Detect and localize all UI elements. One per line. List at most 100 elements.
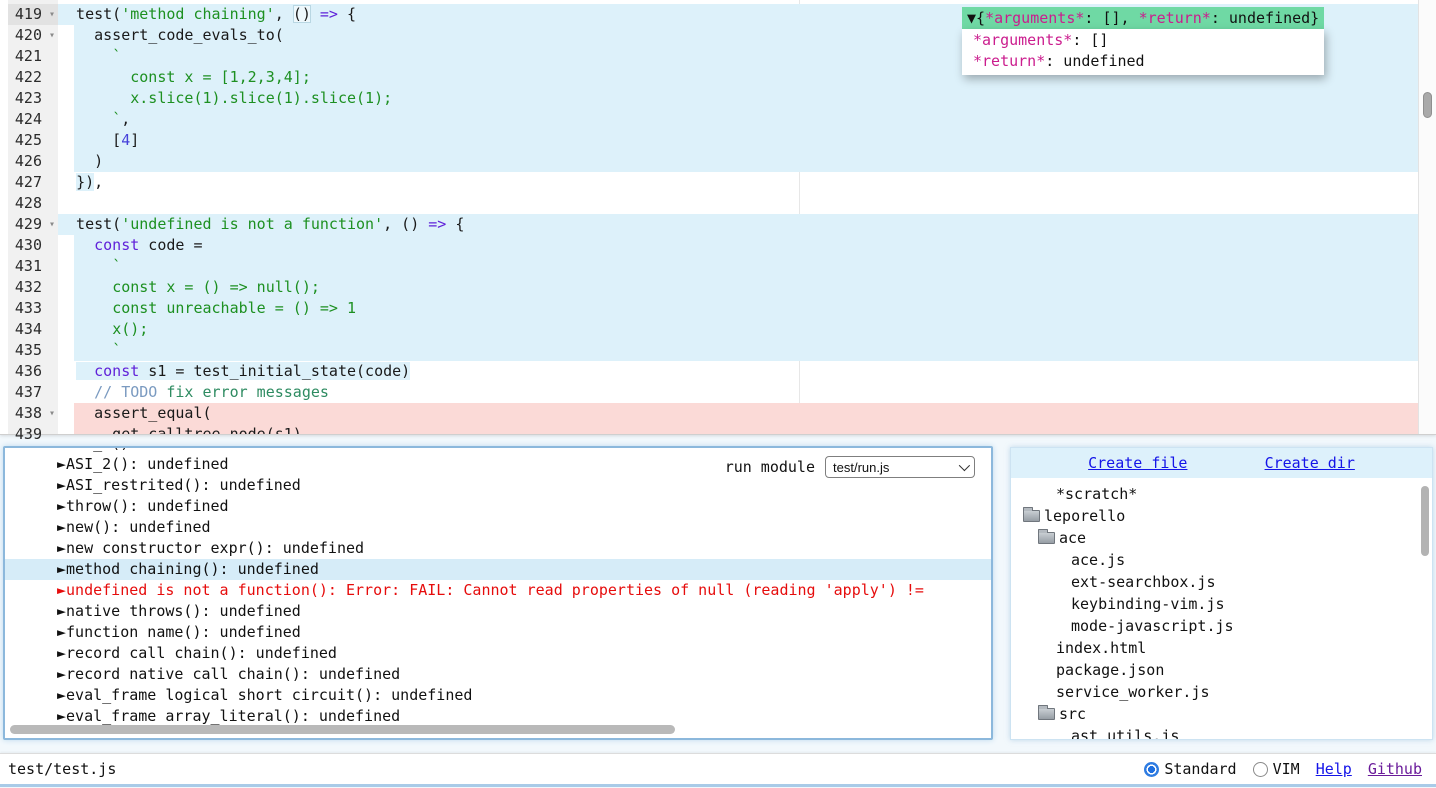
code-line[interactable]: x.slice(1).slice(1).slice(1); <box>58 88 1419 109</box>
code-editor[interactable]: test('method chaining', () => { assert_c… <box>0 0 1436 435</box>
scrollbar-thumb[interactable] <box>1423 92 1432 118</box>
run-module-selected-value: test/run.js <box>833 460 955 475</box>
gutter-line-number: 439 <box>8 424 58 445</box>
current-file-label: test/test.js <box>8 760 116 778</box>
test-result-row[interactable]: ►method chaining(): undefined <box>5 559 991 580</box>
test-result-row[interactable]: ►function name(): undefined <box>5 622 991 643</box>
tree-item[interactable]: ext-searchbox.js <box>1011 571 1432 593</box>
tree-item[interactable]: keybinding-vim.js <box>1011 593 1432 615</box>
code-token: const <box>94 236 139 254</box>
tree-item[interactable]: *scratch* <box>1011 483 1432 505</box>
tooltip-token: *arguments* <box>985 9 1084 27</box>
test-result-row[interactable]: ►new(): undefined <box>5 517 991 538</box>
output-horizontal-scrollbar[interactable] <box>10 725 675 734</box>
tooltip-token: *return* <box>1139 9 1211 27</box>
tooltip-token: *return* <box>973 52 1045 70</box>
tree-item-label: ext-searchbox.js <box>1071 571 1216 593</box>
code-token <box>58 383 94 401</box>
test-result-row[interactable]: ►record call chain(): undefined <box>5 643 991 664</box>
radio-button-icon[interactable] <box>1144 762 1159 777</box>
window-bottom-edge <box>0 784 1436 787</box>
code-line[interactable]: // TODO fix error messages <box>58 382 1419 403</box>
keybinding-option-standard[interactable]: Standard <box>1144 760 1236 778</box>
tooltip-token: : [], <box>1084 9 1138 27</box>
code-line[interactable]: }), <box>58 172 1419 193</box>
code-line[interactable]: test('undefined is not a function', () =… <box>58 214 1419 235</box>
code-token: const <box>94 362 139 380</box>
eval-tooltip-header[interactable]: ▼{*arguments*: [], *return*: undefined} <box>962 7 1324 29</box>
code-line[interactable]: const x = () => null(); <box>58 277 1419 298</box>
code-line[interactable]: assert_equal( <box>58 403 1419 424</box>
github-link[interactable]: Github <box>1368 760 1422 778</box>
tree-item[interactable]: index.html <box>1011 637 1432 659</box>
gutter-line-number: 436 <box>8 361 58 382</box>
gutter-line-number: 429▾ <box>8 214 58 235</box>
tree-item[interactable]: src <box>1011 703 1432 725</box>
tree-item[interactable]: service_worker.js <box>1011 681 1432 703</box>
code-line[interactable] <box>58 193 1419 214</box>
code-line[interactable]: const code = <box>58 235 1419 256</box>
code-line[interactable]: get_calltree_node(s1) <box>58 424 1419 434</box>
editor-gutter: 419▾420▾421422423424425426427428429▾4304… <box>8 0 58 434</box>
code-token: { <box>338 5 356 23</box>
fold-arrow-icon[interactable]: ▾ <box>49 5 55 24</box>
test-result-row[interactable]: ►native throws(): undefined <box>5 601 991 622</box>
radio-button-icon[interactable] <box>1253 762 1268 777</box>
gutter-line-number: 421 <box>8 46 58 67</box>
code-line[interactable]: const s1 = test_initial_state(code) <box>58 361 1419 382</box>
code-token: ` <box>112 110 121 128</box>
gutter-line-number: 425 <box>8 130 58 151</box>
tree-item[interactable]: leporello <box>1011 505 1432 527</box>
run-module-select[interactable]: test/run.js <box>825 456 975 478</box>
code-line[interactable]: x(); <box>58 319 1419 340</box>
run-module-control: run module test/run.js <box>725 456 975 478</box>
tree-item-label: index.html <box>1056 637 1146 659</box>
code-line[interactable]: ) <box>58 151 1419 172</box>
gutter-line-number: 422 <box>8 67 58 88</box>
tree-item[interactable]: ast_utils.js <box>1011 725 1432 739</box>
tree-item[interactable]: ace.js <box>1011 549 1432 571</box>
chevron-down-icon <box>959 460 970 471</box>
test-result-row[interactable]: ►undefined is not a function(): Error: F… <box>5 580 991 601</box>
test-result-row[interactable]: ►record native call chain(): undefined <box>5 664 991 685</box>
tooltip-token: : [] <box>1072 31 1108 49</box>
help-link[interactable]: Help <box>1316 760 1352 778</box>
code-line[interactable]: const unreachable = () => 1 <box>58 298 1419 319</box>
code-token: code = <box>139 236 202 254</box>
fold-arrow-icon[interactable]: ▾ <box>49 26 55 45</box>
tree-item-label: src <box>1059 703 1086 725</box>
code-token: , <box>121 110 130 128</box>
file-panel-header: Create file Create dir <box>1011 448 1432 478</box>
fold-arrow-icon[interactable]: ▾ <box>49 404 55 423</box>
editor-vertical-scrollbar[interactable] <box>1418 0 1436 434</box>
test-result-row[interactable]: ►new constructor expr(): undefined <box>5 538 991 559</box>
code-line[interactable]: ` <box>58 340 1419 361</box>
keybinding-option-vim[interactable]: VIM <box>1253 760 1300 778</box>
code-token <box>58 173 76 191</box>
create-file-button[interactable]: Create file <box>1088 454 1187 472</box>
code-token: , <box>275 5 293 23</box>
code-token: => <box>320 5 338 23</box>
tree-item[interactable]: package.json <box>1011 659 1432 681</box>
code-token <box>58 257 112 275</box>
code-line[interactable]: ` <box>58 256 1419 277</box>
code-token: 4 <box>121 131 130 149</box>
tree-item[interactable]: ace <box>1011 527 1432 549</box>
file-tree: *scratch*leporelloaceace.jsext-searchbox… <box>1011 478 1432 739</box>
test-result-row[interactable]: ►throw(): undefined <box>5 496 991 517</box>
test-result-row[interactable]: ►ASI_restrited(): undefined <box>5 475 991 496</box>
code-token: const x = [1,2,3,4]; <box>130 68 311 86</box>
file-tree-scrollbar[interactable] <box>1421 486 1429 556</box>
tooltip-token: : undefined} <box>1211 9 1319 27</box>
code-token <box>58 236 94 254</box>
gutter-line-number: 437 <box>8 382 58 403</box>
test-result-row[interactable]: ►ASI_1(): undefined <box>5 446 991 454</box>
fold-arrow-icon[interactable]: ▾ <box>49 215 55 234</box>
create-dir-button[interactable]: Create dir <box>1265 454 1355 472</box>
tree-item[interactable]: mode-javascript.js <box>1011 615 1432 637</box>
test-result-row[interactable]: ►eval_frame logical short circuit(): und… <box>5 685 991 706</box>
code-line[interactable]: [4] <box>58 130 1419 151</box>
test-result-row[interactable]: ►eval_frame array_literal(): undefined <box>5 706 991 727</box>
code-token <box>58 341 112 359</box>
code-line[interactable]: `, <box>58 109 1419 130</box>
